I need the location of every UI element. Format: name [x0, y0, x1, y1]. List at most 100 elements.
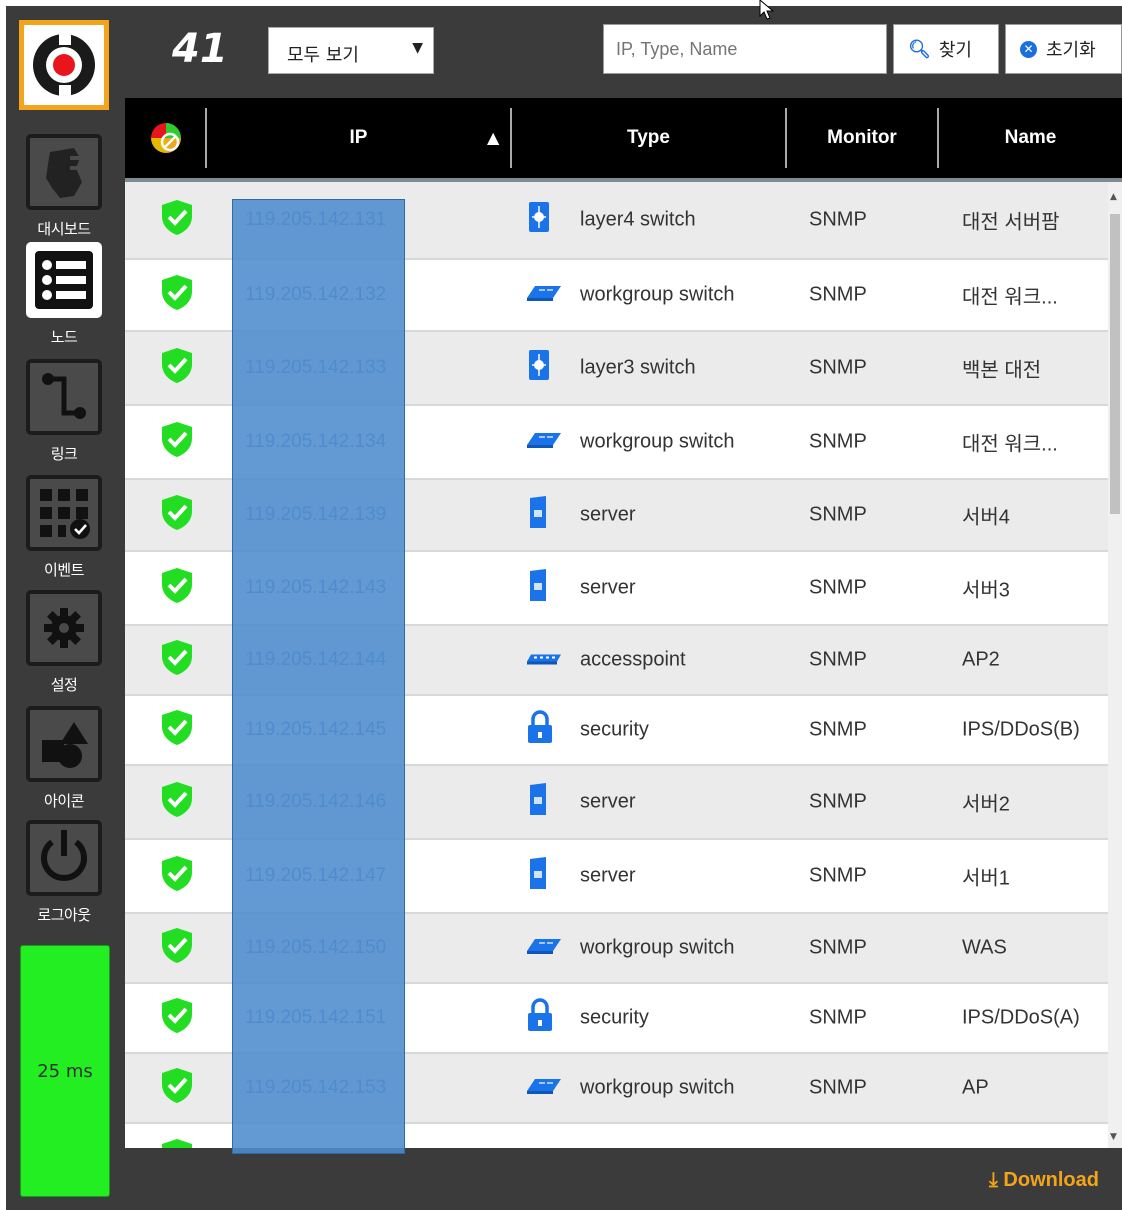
- status-ok-shield-icon: [159, 198, 195, 242]
- type-cell: layer4 switch: [580, 208, 696, 231]
- monitor-cell: SNMP: [809, 430, 867, 453]
- name-cell: AP2: [962, 648, 1000, 671]
- event-grid-icon: [26, 475, 102, 551]
- sort-ascending-icon: ▲: [487, 128, 500, 147]
- sidebar-item-nodes[interactable]: 노드: [18, 242, 110, 347]
- app-logo[interactable]: [19, 20, 109, 110]
- scroll-down-icon[interactable]: ▼: [1110, 1132, 1117, 1142]
- monitor-cell: SNMP: [809, 864, 867, 887]
- filter-selected-value: 모두 보기: [287, 45, 359, 66]
- layer-switch-icon: [525, 348, 553, 388]
- type-column-header[interactable]: Type: [512, 98, 785, 178]
- name-cell: AP3: [962, 1148, 1000, 1149]
- table-scrollbar[interactable]: ▲ ▼: [1108, 182, 1122, 1148]
- workgroup-switch-icon: [525, 282, 563, 308]
- scroll-up-icon[interactable]: ▲: [1110, 192, 1117, 202]
- sidebar-item-label: 아이콘: [44, 792, 84, 810]
- lock-icon: [525, 997, 555, 1039]
- monitor-cell: SNMP: [809, 1148, 867, 1149]
- name-cell: 서버2: [962, 793, 1010, 816]
- workgroup-switch-icon: [525, 429, 563, 455]
- name-cell: 대전 서버팜: [962, 211, 1060, 234]
- sidebar-item-label: 설정: [50, 676, 78, 694]
- accesspoint-icon: [525, 649, 563, 672]
- workgroup-switch-icon: [525, 1075, 563, 1101]
- column-header-label: IP: [349, 127, 368, 148]
- column-header-label: Monitor: [827, 127, 897, 148]
- search-icon: 🔍︎: [908, 38, 931, 60]
- type-cell: workgroup switch: [580, 936, 735, 959]
- list-icon: [26, 242, 102, 318]
- name-column-header[interactable]: Name: [939, 98, 1122, 178]
- sidebar-item-label: 이벤트: [44, 561, 84, 579]
- dropdown-caret-icon: ▼: [412, 40, 423, 56]
- sidebar-item-label: 대시보드: [37, 220, 91, 238]
- server-icon: [525, 494, 551, 536]
- status-ok-shield-icon: [159, 1137, 195, 1148]
- korea-map-icon: [26, 134, 102, 210]
- type-cell: accesspoint: [580, 648, 686, 671]
- type-cell: server: [580, 790, 636, 813]
- close-circle-icon: ✕: [1020, 40, 1037, 58]
- name-cell: IPS/DDoS(A): [962, 1006, 1080, 1029]
- ping-latency-indicator: 25 ms: [20, 945, 110, 1197]
- status-ok-shield-icon: [159, 420, 195, 464]
- name-cell: 서버4: [962, 506, 1010, 529]
- monitor-cell: SNMP: [809, 1006, 867, 1029]
- lock-icon: [525, 709, 555, 751]
- sidebar-item-logout[interactable]: 로그아웃: [18, 820, 110, 925]
- search-input[interactable]: [603, 24, 887, 74]
- type-cell: server: [580, 864, 636, 887]
- ip-column-header[interactable]: IP: [207, 98, 510, 178]
- monitor-cell: SNMP: [809, 283, 867, 306]
- status-ok-shield-icon: [159, 346, 195, 390]
- find-label: 찾기: [938, 40, 972, 61]
- monitor-cell: SNMP: [809, 356, 867, 379]
- workgroup-switch-icon: [525, 935, 563, 961]
- sidebar-item-icons[interactable]: 아이콘: [18, 706, 110, 811]
- reset-button[interactable]: ✕ 초기화: [1005, 24, 1122, 74]
- find-button[interactable]: 🔍︎ 찾기: [893, 24, 999, 74]
- status-ok-shield-icon: [159, 1066, 195, 1110]
- type-cell: security: [580, 1006, 649, 1029]
- table-header: IP ▲ Type Monitor Name: [125, 98, 1122, 182]
- view-filter-select[interactable]: 모두 보기 ▼: [268, 27, 434, 74]
- sidebar-item-label: 노드: [50, 328, 78, 346]
- sidebar-item-links[interactable]: 링크: [18, 359, 110, 464]
- download-button[interactable]: ⤓ Download: [989, 1169, 1099, 1192]
- name-cell: 서버3: [962, 579, 1010, 602]
- monitor-cell: SNMP: [809, 718, 867, 741]
- ip-redaction-overlay: [232, 199, 405, 1154]
- name-cell: WAS: [962, 936, 1007, 959]
- mouse-cursor-icon: [759, 0, 775, 20]
- status-ok-shield-icon: [159, 996, 195, 1040]
- scrollbar-thumb[interactable]: [1110, 214, 1120, 514]
- type-cell: layer3 switch: [580, 356, 696, 379]
- name-cell: 서버1: [962, 867, 1010, 890]
- status-ok-shield-icon: [159, 566, 195, 610]
- server-icon: [525, 781, 551, 823]
- type-cell: workgroup switch: [580, 1076, 735, 1099]
- type-cell: workgroup switch: [580, 430, 735, 453]
- sidebar-item-label: 링크: [50, 445, 78, 463]
- gear-icon: [26, 590, 102, 666]
- status-ok-shield-icon: [159, 493, 195, 537]
- sidebar-item-dashboard[interactable]: 대시보드: [18, 134, 110, 239]
- status-ok-shield-icon: [159, 926, 195, 970]
- status-ok-shield-icon: [159, 638, 195, 682]
- column-header-label: Type: [627, 127, 670, 148]
- type-cell: security: [580, 718, 649, 741]
- node-count: 41: [172, 26, 228, 72]
- status-ok-shield-icon: [159, 708, 195, 752]
- server-icon: [525, 855, 551, 897]
- status-column-header[interactable]: [125, 98, 207, 178]
- shapes-icon: [26, 706, 102, 782]
- sidebar-item-settings[interactable]: 설정: [18, 590, 110, 695]
- download-label: Download: [1003, 1169, 1099, 1191]
- monitor-column-header[interactable]: Monitor: [787, 98, 937, 178]
- sidebar-item-events[interactable]: 이벤트: [18, 475, 110, 580]
- app-window: 대시보드 노드 링크 이벤트 설정 아이콘 로그아웃 25 ms 41 모두 보…: [6, 6, 1122, 1210]
- name-cell: AP: [962, 1076, 989, 1099]
- monitor-cell: SNMP: [809, 1076, 867, 1099]
- type-cell: server: [580, 503, 636, 526]
